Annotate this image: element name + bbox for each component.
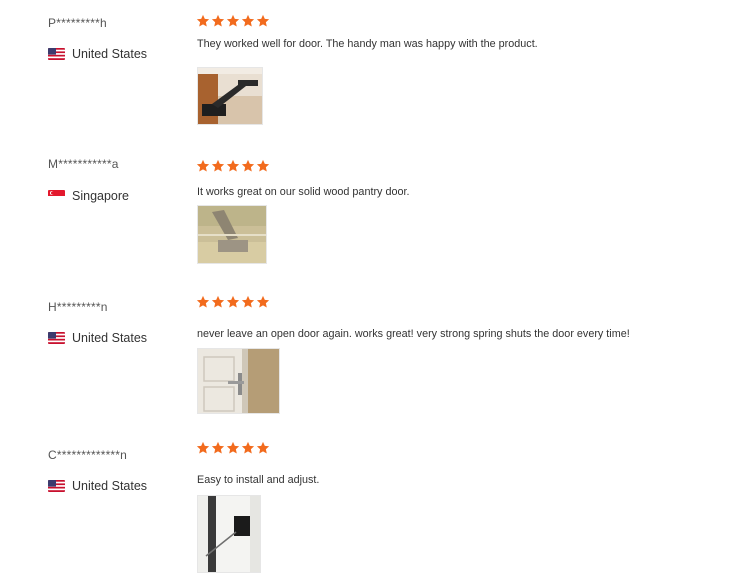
star-icon — [196, 441, 210, 455]
review-photo[interactable] — [197, 348, 280, 414]
star-icon — [241, 441, 255, 455]
review-text: They worked well for door. The handy man… — [197, 38, 538, 50]
country-label: Singapore — [72, 189, 129, 203]
country-label: United States — [72, 479, 148, 493]
reviewer-country: United States — [48, 331, 147, 345]
star-icon — [196, 159, 210, 173]
star-icon — [226, 159, 240, 173]
us-flag-icon — [48, 480, 65, 492]
star-icon — [256, 295, 270, 309]
review-text: Easy to install and adjust. — [197, 474, 320, 486]
review-photo[interactable] — [197, 67, 263, 125]
star-icon — [211, 14, 225, 28]
star-icon — [256, 441, 270, 455]
star-icon — [196, 295, 210, 309]
rating-stars — [196, 441, 270, 455]
star-icon — [196, 14, 210, 28]
rating-stars — [196, 14, 270, 28]
review-text: never leave an open door again. works gr… — [197, 328, 630, 340]
star-icon — [241, 159, 255, 173]
star-icon — [211, 441, 225, 455]
singapore-flag-icon — [48, 190, 65, 202]
star-icon — [241, 295, 255, 309]
star-icon — [226, 295, 240, 309]
review-photo[interactable] — [197, 205, 267, 264]
star-icon — [256, 159, 270, 173]
review-photo[interactable] — [197, 495, 261, 573]
us-flag-icon — [48, 48, 65, 60]
star-icon — [211, 295, 225, 309]
reviewer-country: Singapore — [48, 189, 129, 203]
reviewer-name: C*************n — [48, 448, 128, 462]
star-icon — [226, 441, 240, 455]
reviewer-name: H*********n — [48, 300, 108, 314]
review-text: It works great on our solid wood pantry … — [197, 186, 410, 198]
rating-stars — [196, 159, 270, 173]
country-label: United States — [72, 47, 148, 61]
star-icon — [241, 14, 255, 28]
us-flag-icon — [48, 332, 65, 344]
reviewer-name: P*********h — [48, 16, 107, 30]
country-label: United States — [72, 331, 148, 345]
star-icon — [256, 14, 270, 28]
rating-stars — [196, 295, 270, 309]
reviewer-name: M***********a — [48, 157, 119, 171]
reviewer-country: United States — [48, 47, 147, 61]
star-icon — [226, 14, 240, 28]
reviewer-country: United States — [48, 479, 147, 493]
star-icon — [211, 159, 225, 173]
